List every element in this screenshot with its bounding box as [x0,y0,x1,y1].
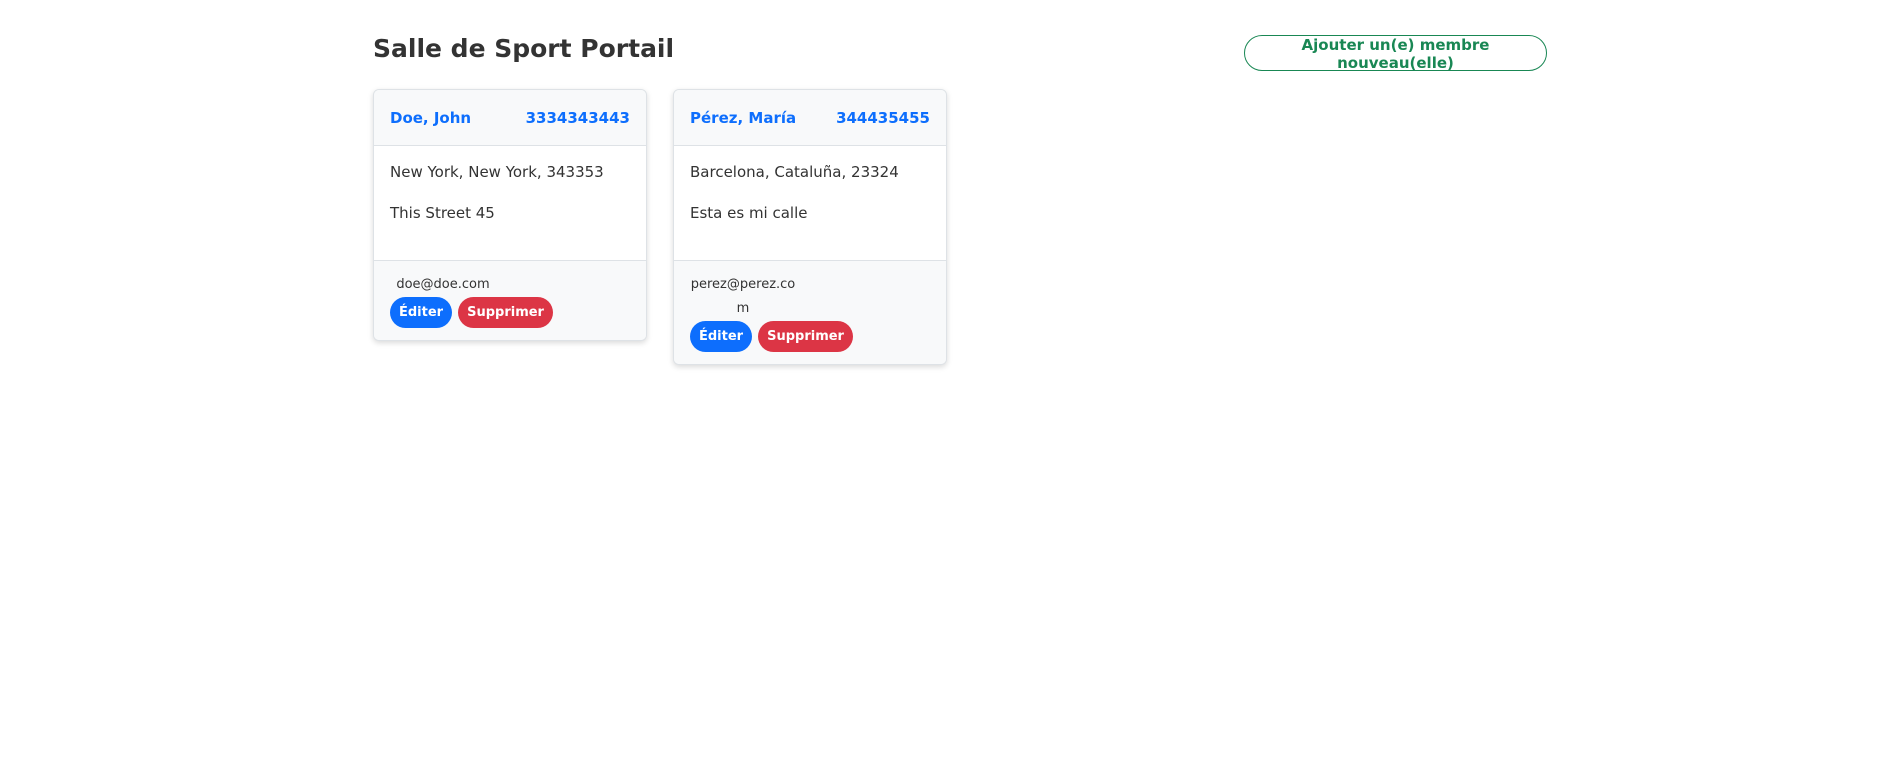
member-phone: 344435455 [836,108,930,127]
card-header: Doe, John 3334343443 [374,90,646,146]
card-header: Pérez, María 344435455 [674,90,946,146]
member-name: Doe, John [390,108,472,127]
add-member-button[interactable]: Ajouter un(e) membre nouveau(elle) [1244,35,1547,72]
edit-button[interactable]: Éditer [690,321,753,352]
delete-button[interactable]: Supprimer [458,297,553,328]
page-title: Salle de Sport Portail [373,34,675,63]
member-city-line: New York, New York, 343353 [390,163,604,181]
edit-button[interactable]: Éditer [390,297,453,328]
member-street: Esta es mi calle [690,204,808,222]
member-card: Pérez, María 344435455 Barcelona, Catalu… [673,89,947,365]
card-actions: Éditer Supprimer [390,297,630,328]
member-phone: 3334343443 [525,108,630,127]
card-footer: doe@doe.com Éditer Supprimer [374,261,646,340]
member-email: doe@doe.com [396,277,490,292]
page: Salle de Sport Portail Ajouter un(e) mem… [0,0,1904,773]
member-email: perez@perez.com [690,277,796,316]
delete-button[interactable]: Supprimer [758,321,853,352]
member-card: Doe, John 3334343443 New York, New York,… [373,89,647,341]
card-body: Barcelona, Cataluña, 23324 Esta es mi ca… [674,146,946,261]
card-body: New York, New York, 343353 This Street 4… [374,146,646,261]
member-city-line: Barcelona, Cataluña, 23324 [690,163,899,181]
member-street: This Street 45 [390,204,495,222]
card-footer: perez@perez.com Éditer Supprimer [674,261,946,364]
card-actions: Éditer Supprimer [690,321,930,352]
member-name: Pérez, María [690,108,797,127]
